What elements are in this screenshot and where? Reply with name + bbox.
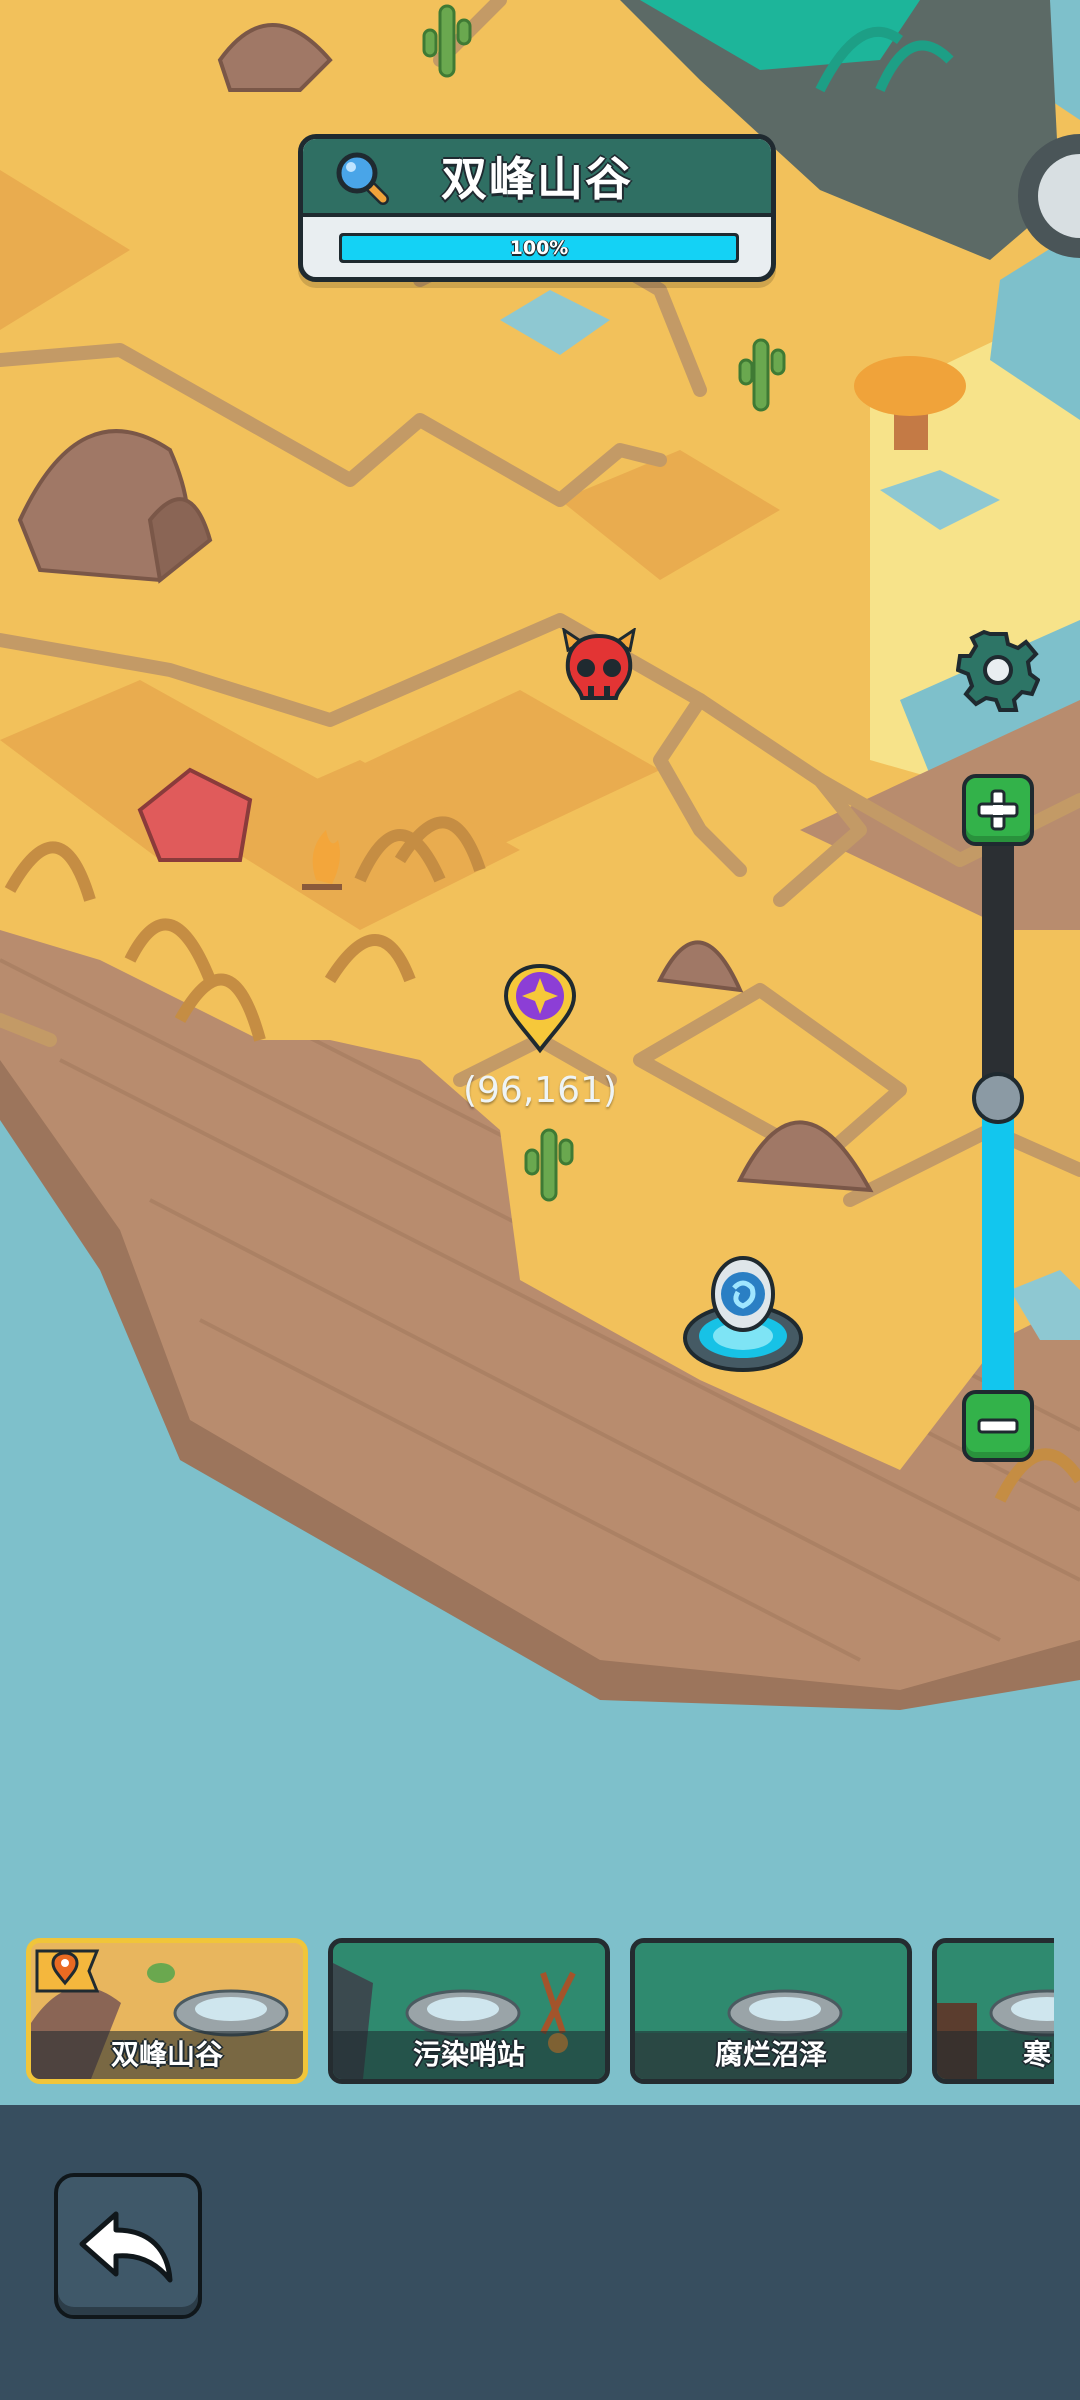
region-selector[interactable]: 双峰山谷 污染哨站 腐烂沼泽 寒 <box>0 1935 1054 2090</box>
region-card-shuangfeng[interactable]: 双峰山谷 <box>26 1938 308 2084</box>
zoom-slider-fill <box>982 1098 1014 1400</box>
zoom-out-button[interactable] <box>962 1390 1034 1462</box>
zoom-slider-knob[interactable] <box>972 1072 1024 1125</box>
exploration-progress-bar: 100% <box>339 233 739 263</box>
region-card-label: 污染哨站 <box>412 2038 525 2071</box>
gear-icon[interactable] <box>955 628 1041 712</box>
region-title-panel: 双峰山谷 100% <box>298 134 776 282</box>
demon-skull-icon[interactable] <box>560 628 638 706</box>
plus-icon <box>977 789 1019 831</box>
zoom-in-button[interactable] <box>962 774 1034 846</box>
teleport-portal-icon[interactable] <box>682 1254 804 1374</box>
region-card-label: 双峰山谷 <box>110 2038 223 2071</box>
map-pin-icon[interactable] <box>502 964 578 1054</box>
exploration-progress-text: 100% <box>509 237 569 259</box>
region-card-wuran[interactable]: 污染哨站 <box>328 1938 610 2084</box>
region-card-label: 腐烂沼泽 <box>714 2038 827 2071</box>
magnifier-icon[interactable] <box>333 149 389 205</box>
world-map[interactable]: (96,161) <box>0 0 1080 2105</box>
region-card-han[interactable]: 寒 <box>932 1938 1054 2084</box>
region-card-label: 寒 <box>1023 2038 1052 2071</box>
player-coordinates: (96,161) <box>462 1070 618 1111</box>
region-name: 双峰山谷 <box>441 152 633 206</box>
region-card-fulan[interactable]: 腐烂沼泽 <box>630 1938 912 2084</box>
back-button[interactable] <box>54 2173 202 2319</box>
location-flag-icon <box>35 1947 105 1999</box>
undo-arrow-icon <box>79 2211 173 2283</box>
minus-icon <box>977 1418 1019 1434</box>
